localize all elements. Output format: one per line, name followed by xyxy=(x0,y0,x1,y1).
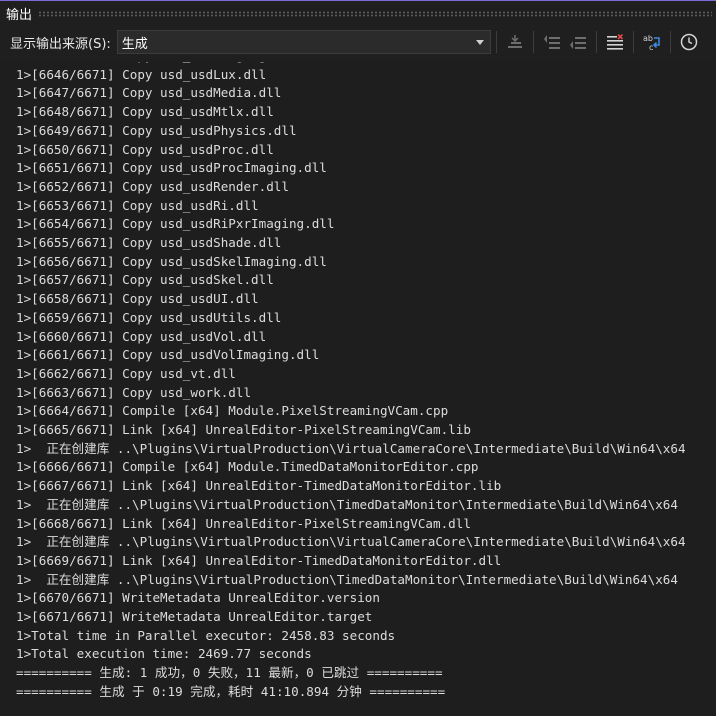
output-line: 1>[6657/6671] Copy usd_usdSkel.dll xyxy=(16,272,274,288)
output-line: ========== 生成: 1 成功，0 失败，11 最新，0 已跳过 ===… xyxy=(16,665,443,681)
find-previous-icon xyxy=(543,34,561,50)
svg-text:c: c xyxy=(649,43,653,51)
toggle-word-wrap-button[interactable]: ab c xyxy=(639,29,665,55)
output-source-value: 生成 xyxy=(121,36,148,52)
output-line: 1>[6655/6671] Copy usd_usdShade.dll xyxy=(16,235,282,250)
output-line: 1>[6670/6671] WriteMetadata UnrealEditor… xyxy=(16,590,380,606)
toolbar-separator xyxy=(669,31,671,53)
find-previous-button[interactable] xyxy=(539,29,565,55)
output-line: 1> 正在创建库 ..\Plugins\VirtualProduction\Ti… xyxy=(16,496,678,512)
find-next-icon xyxy=(569,34,587,50)
output-line: 1>[6652/6671] Copy usd_usdRender.dll xyxy=(16,178,289,194)
find-next-button[interactable] xyxy=(565,29,591,55)
output-line: 1>[6654/6671] Copy usd_usdRiPxrImaging.d… xyxy=(16,216,335,232)
toggle-word-wrap-icon: ab c xyxy=(642,33,662,51)
timestamp-icon xyxy=(680,33,698,51)
output-line: 1>[6671/6671] WriteMetadata UnrealEditor… xyxy=(16,609,373,624)
output-text-area[interactable]: 1>[6645/6671] Copy usd_usdImaging.dll1>[… xyxy=(0,62,716,716)
output-line: 1> 正在创建库 ..\Plugins\VirtualProduction\Ti… xyxy=(16,571,678,587)
output-line: 1> 正在创建库 ..\Plugins\VirtualProduction\Vi… xyxy=(16,534,686,550)
output-line: 1>[6663/6671] Copy usd_work.dll xyxy=(16,384,252,400)
timestamp-button[interactable] xyxy=(676,29,702,55)
goto-previous-message-icon xyxy=(506,34,524,50)
output-line: 1>[6648/6671] Copy usd_usdMtlx.dll xyxy=(16,104,274,120)
output-line: 1>[6646/6671] Copy usd_usdLux.dll xyxy=(16,66,267,82)
clear-all-button[interactable] xyxy=(602,29,628,55)
output-line: 1>[6650/6671] Copy usd_usdProc.dll xyxy=(16,141,274,157)
output-line: 1>[6660/6671] Copy usd_usdVol.dll xyxy=(16,328,267,344)
toolbar-separator xyxy=(495,31,497,53)
toolbar-separator xyxy=(632,31,634,53)
output-line: 1>[6649/6671] Copy usd_usdPhysics.dll xyxy=(16,122,297,138)
output-line: 1>[6658/6671] Copy usd_usdUI.dll xyxy=(16,291,259,307)
output-line: 1> 正在创建库 ..\Plugins\VirtualProduction\Vi… xyxy=(16,440,686,456)
drag-grip[interactable] xyxy=(38,10,712,17)
output-line: 1>[6661/6671] Copy usd_usdVolImaging.dll xyxy=(16,347,320,363)
output-line: 1>[6656/6671] Copy usd_usdSkelImaging.dl… xyxy=(16,253,327,269)
output-source-dropdown[interactable]: 生成 xyxy=(116,30,491,54)
output-line: 1>[6662/6671] Copy usd_vt.dll xyxy=(16,365,236,381)
output-line: 1>Total time in Parallel executor: 2458.… xyxy=(16,627,396,643)
output-line: 1>Total execution time: 2469.77 seconds xyxy=(16,646,312,662)
clear-all-icon xyxy=(606,34,624,50)
output-line: 1>[6665/6671] Link [x64] UnrealEditor-Pi… xyxy=(16,422,471,437)
goto-previous-message-button[interactable] xyxy=(502,29,528,55)
output-line: 1>[6647/6671] Copy usd_usdMedia.dll xyxy=(16,85,282,101)
toolbar-separator xyxy=(532,31,534,53)
output-line: ========== 生成 于 0:19 完成，耗时 41:10.894 分钟 … xyxy=(16,683,446,699)
output-line: 1>[6664/6671] Compile [x64] Module.Pixel… xyxy=(16,403,449,419)
output-line: 1>[6659/6671] Copy usd_usdUtils.dll xyxy=(16,309,282,325)
output-line: 1>[6668/6671] Link [x64] UnrealEditor-Pi… xyxy=(16,515,471,531)
output-line: 1>[6669/6671] Link [x64] UnrealEditor-Ti… xyxy=(16,552,502,568)
svg-text:ab: ab xyxy=(643,34,653,43)
source-label: 显示输出来源(S): xyxy=(10,36,111,52)
panel-title: 输出 xyxy=(6,7,33,23)
toolbar-separator xyxy=(595,31,597,53)
output-line: 1>[6666/6671] Compile [x64] Module.Timed… xyxy=(16,459,479,475)
output-line: 1>[6653/6671] Copy usd_usdRi.dll xyxy=(16,197,259,213)
chevron-down-icon xyxy=(475,40,484,45)
output-panel-titlebar[interactable]: 输出 xyxy=(0,1,716,25)
output-line: 1>[6651/6671] Copy usd_usdProcImaging.dl… xyxy=(16,160,327,176)
output-line: 1>[6667/6671] Link [x64] UnrealEditor-Ti… xyxy=(16,478,502,494)
output-toolbar: 显示输出来源(S): 生成 ab c xyxy=(0,25,716,59)
